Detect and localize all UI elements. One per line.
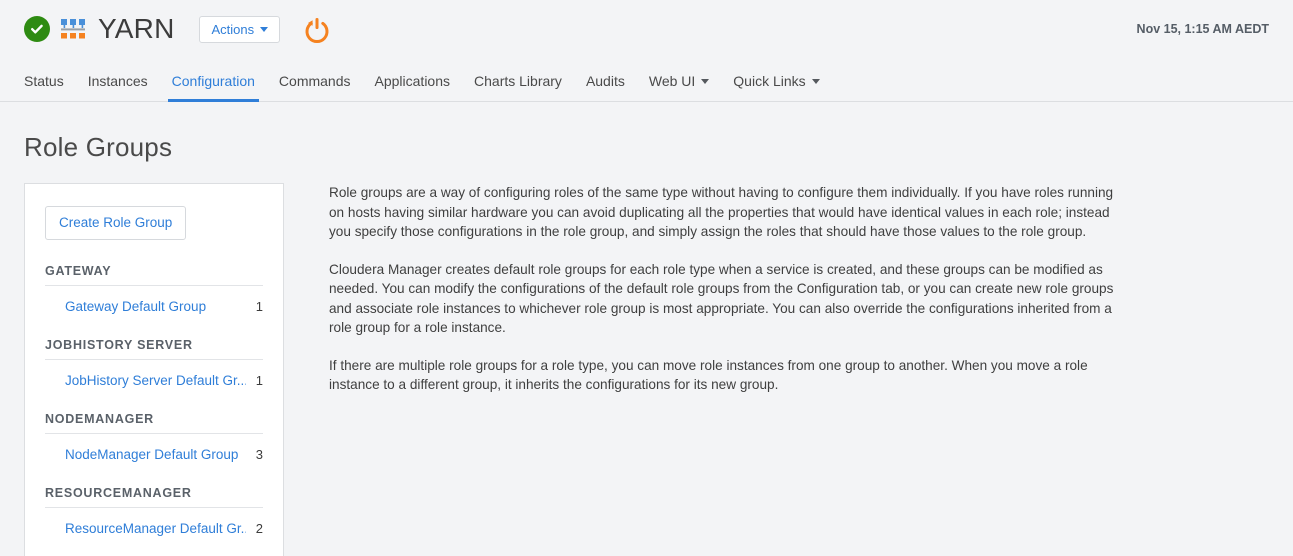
role-group-section-header: JOBHISTORY SERVER: [45, 338, 263, 360]
current-timestamp: Nov 15, 1:15 AM AEDT: [1136, 22, 1269, 36]
description-paragraph-1: Role groups are a way of configuring rol…: [329, 185, 1114, 239]
tab-charts-library[interactable]: Charts Library: [462, 73, 574, 101]
restart-power-icon[interactable]: [302, 14, 332, 44]
tab-audits[interactable]: Audits: [574, 73, 637, 101]
role-groups-sidebar: Create Role Group GATEWAY Gateway Defaul…: [24, 183, 284, 556]
service-header: YARN Actions Nov 15, 1:15 AM AEDT: [0, 0, 1293, 58]
tab-audits-label: Audits: [585, 73, 625, 89]
role-group-count: 3: [255, 446, 263, 462]
chevron-down-icon: [811, 78, 820, 84]
role-group-section-header: RESOURCEMANAGER: [45, 486, 263, 508]
list-item: Gateway Default Group 1: [45, 299, 263, 314]
actions-button-label: Actions: [211, 21, 255, 37]
role-group-section-header: GATEWAY: [45, 264, 263, 286]
green-check-circle-icon: [24, 16, 50, 42]
tab-web-ui[interactable]: Web UI: [637, 73, 721, 101]
page-title: Role Groups: [24, 132, 173, 162]
chevron-down-icon: [260, 26, 269, 32]
description-paragraph-2: Cloudera Manager creates default role gr…: [329, 261, 1114, 336]
tab-commands-label: Commands: [278, 73, 351, 89]
list-item: JobHistory Server Default Gr... 1: [45, 373, 263, 388]
create-role-group-button[interactable]: Create Role Group: [45, 206, 187, 240]
role-groups-description: Role groups are a way of configuring rol…: [329, 183, 1124, 395]
tab-quick-links-label: Quick Links: [733, 73, 806, 89]
role-group-count: 1: [255, 372, 263, 388]
description-paragraph-3: If there are multiple role groups for a …: [329, 357, 1088, 393]
page-service-title: YARN: [98, 13, 175, 44]
tab-configuration[interactable]: Configuration: [160, 73, 267, 102]
tab-applications-label: Applications: [374, 73, 451, 89]
role-group-count: 1: [255, 298, 263, 314]
tab-instances-label: Instances: [87, 73, 148, 89]
role-group-link-nodemanager-default[interactable]: NodeManager Default Group: [65, 447, 246, 462]
actions-button[interactable]: Actions: [198, 15, 281, 43]
tab-status[interactable]: Status: [24, 73, 76, 101]
page-content: Create Role Group GATEWAY Gateway Defaul…: [0, 183, 1293, 556]
role-group-count: 2: [255, 520, 263, 536]
chevron-down-icon: [701, 78, 710, 84]
role-group-link-resourcemanager-default[interactable]: ResourceManager Default Gr...: [65, 521, 246, 536]
tab-configuration-label: Configuration: [171, 73, 255, 89]
tab-instances[interactable]: Instances: [76, 73, 160, 101]
role-group-link-gateway-default[interactable]: Gateway Default Group: [65, 299, 246, 314]
yarn-service-icon: [61, 19, 85, 39]
list-item: NodeManager Default Group 3: [45, 447, 263, 462]
tab-status-label: Status: [24, 73, 64, 89]
role-group-link-jobhistory-server-default[interactable]: JobHistory Server Default Gr...: [65, 373, 246, 388]
role-group-section-resourcemanager: RESOURCEMANAGER ResourceManager Default …: [45, 486, 263, 536]
service-tab-bar: Status Instances Configuration Commands …: [0, 58, 1293, 102]
tab-commands[interactable]: Commands: [267, 73, 363, 101]
tab-quick-links[interactable]: Quick Links: [721, 73, 831, 101]
role-group-section-nodemanager: NODEMANAGER NodeManager Default Group 3: [45, 412, 263, 462]
tab-charts-library-label: Charts Library: [474, 73, 562, 89]
role-group-section-jobhistory-server: JOBHISTORY SERVER JobHistory Server Defa…: [45, 338, 263, 388]
role-group-section-header: NODEMANAGER: [45, 412, 263, 434]
list-item: ResourceManager Default Gr... 2: [45, 521, 263, 536]
tab-web-ui-label: Web UI: [648, 73, 696, 89]
role-group-section-gateway: GATEWAY Gateway Default Group 1: [45, 264, 263, 314]
tab-applications[interactable]: Applications: [363, 73, 463, 101]
